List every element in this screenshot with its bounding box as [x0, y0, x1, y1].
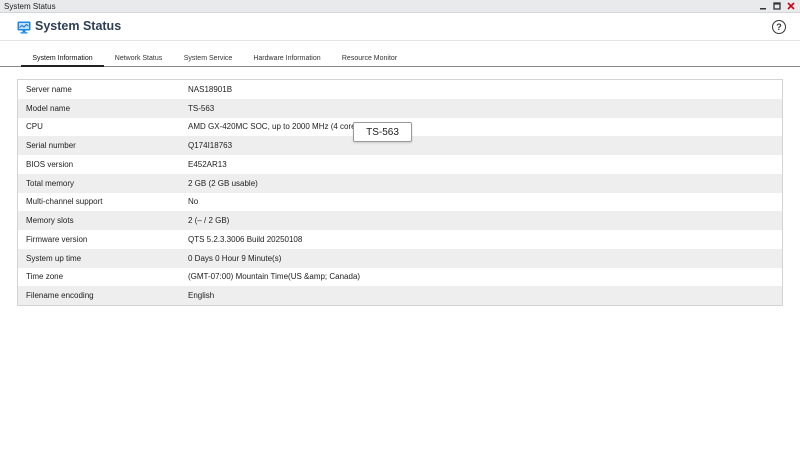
row-label: BIOS version [26, 159, 74, 169]
table-row: Multi-channel support No [18, 193, 782, 212]
table-row: Server name NAS18901B [18, 80, 782, 99]
maximize-button[interactable] [770, 0, 784, 13]
row-value: E452AR13 [188, 159, 227, 169]
value-tooltip: TS-563 [353, 122, 412, 142]
row-label: Memory slots [26, 216, 74, 226]
row-label: Time zone [26, 272, 64, 282]
row-label: CPU [26, 122, 43, 132]
table-row: Firmware version QTS 5.2.3.3006 Build 20… [18, 230, 782, 249]
row-value: Q174I18763 [188, 141, 233, 151]
table-row: Model name TS-563 [18, 98, 782, 118]
table-row: System up time 0 Days 0 Hour 9 Minute(s) [18, 248, 782, 268]
tab-network-status[interactable]: Network Status [110, 52, 167, 67]
minimize-button[interactable] [756, 0, 770, 13]
row-label: Filename encoding [26, 291, 94, 301]
table-row: Time zone (GMT-07:00) Mountain Time(US &… [18, 268, 782, 287]
window-titlebar[interactable]: System Status [0, 0, 800, 13]
tab-system-information[interactable]: System Information [21, 52, 104, 67]
row-value: 2 (– / 2 GB) [188, 216, 230, 226]
row-value: 2 GB (2 GB usable) [188, 178, 258, 188]
table-row: BIOS version E452AR13 [18, 155, 782, 174]
app-header: System Status ? [0, 13, 800, 41]
row-value: QTS 5.2.3.3006 Build 20250108 [188, 234, 303, 244]
help-icon: ? [776, 22, 782, 32]
row-value: AMD GX-420MC SOC, up to 2000 MHz (4 core… [188, 122, 360, 132]
tab-hardware-information[interactable]: Hardware Information [250, 52, 324, 67]
close-button[interactable] [784, 0, 798, 13]
table-row: Memory slots 2 (– / 2 GB) [18, 211, 782, 230]
close-icon [787, 2, 795, 10]
row-value: TS-563 [188, 103, 215, 113]
row-value: (GMT-07:00) Mountain Time(US &amp; Canad… [188, 272, 361, 282]
row-label: Firmware version [26, 234, 88, 244]
monitor-icon [17, 21, 31, 34]
table-row: Filename encoding English [18, 286, 782, 305]
row-label: Model name [26, 103, 71, 113]
help-button[interactable]: ? [772, 20, 786, 34]
row-label: Server name [26, 84, 72, 94]
row-value: No [188, 197, 199, 207]
row-label: Total memory [26, 178, 75, 188]
window-controls [756, 0, 800, 13]
tab-bar: System Information Network Status System… [0, 52, 800, 67]
minimize-icon [760, 8, 766, 10]
row-value: NAS18901B [188, 84, 233, 94]
page-title: System Status [35, 19, 122, 33]
table-row: Total memory 2 GB (2 GB usable) [18, 173, 782, 193]
row-value: English [188, 291, 215, 301]
tab-system-service[interactable]: System Service [180, 52, 236, 67]
system-info-table: Server name NAS18901B Model name TS-563 … [17, 79, 783, 306]
window-title: System Status [4, 1, 56, 11]
row-label: System up time [26, 253, 82, 263]
row-value: 0 Days 0 Hour 9 Minute(s) [188, 253, 282, 263]
tab-resource-monitor[interactable]: Resource Monitor [339, 52, 400, 67]
row-label: Multi-channel support [26, 197, 103, 207]
maximize-icon [773, 2, 781, 10]
row-label: Serial number [26, 141, 76, 151]
